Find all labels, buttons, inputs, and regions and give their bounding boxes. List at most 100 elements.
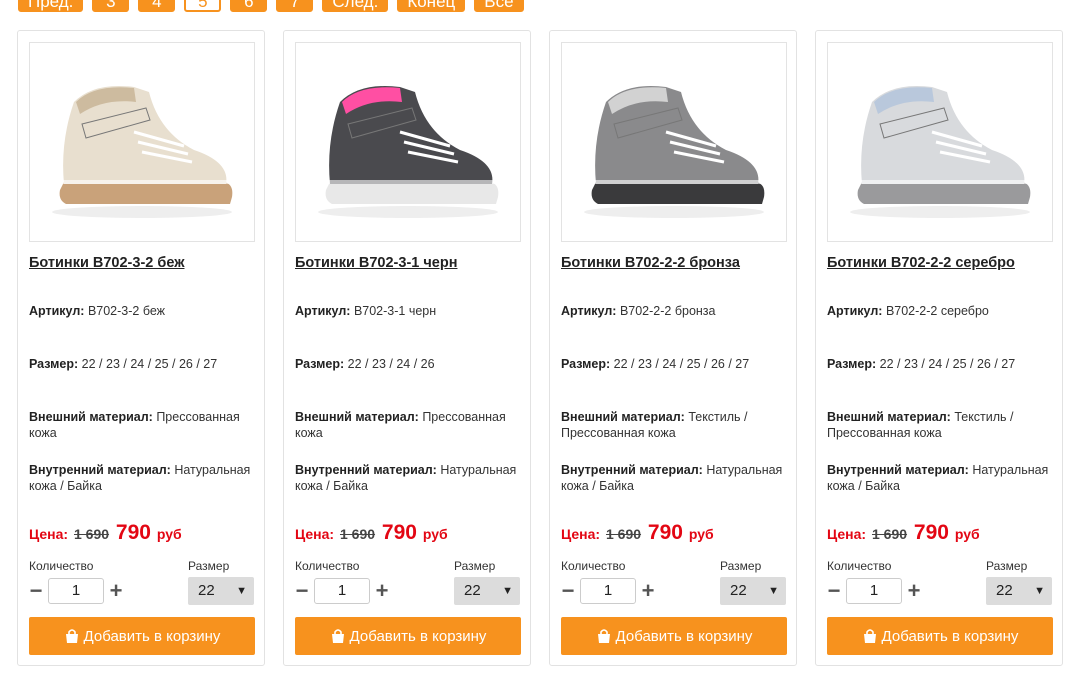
page-link-9[interactable]: Все [474, 0, 524, 12]
size-label: Размер: [561, 357, 611, 371]
new-price: 790 [647, 521, 683, 544]
size-value: 22 / 23 / 24 / 25 / 26 / 27 [613, 357, 750, 371]
page-link-2[interactable]: 3 [92, 0, 130, 12]
article-label: Артикул: [295, 304, 351, 318]
add-to-cart-button[interactable]: Добавить в корзину [295, 617, 521, 655]
page-link-4[interactable]: 5 [184, 0, 222, 12]
quantity-label: Количество [827, 559, 892, 573]
price-label: Цена: [295, 526, 335, 542]
price-row: Цена: 1 690 790 руб [561, 521, 714, 545]
plus-icon[interactable]: + [907, 580, 921, 602]
boot-image [850, 86, 1031, 218]
size-select-label: Размер [720, 559, 762, 573]
outer-material-label: Внешний материал: [561, 410, 685, 424]
inner-material-label: Внутренний материал: [295, 463, 437, 477]
quantity-input[interactable]: 1 [48, 578, 104, 604]
article-row: Артикул: В702-3-1 черн [295, 303, 525, 319]
size-label: Размер: [295, 357, 345, 371]
minus-icon[interactable]: − [827, 580, 841, 602]
shopping-bag-icon [65, 629, 78, 643]
inner-material-label: Внутренний материал: [29, 463, 171, 477]
price-row: Цена: 1 690 790 руб [827, 521, 980, 545]
add-to-cart-button[interactable]: Добавить в корзину [29, 617, 255, 655]
size-select-value: 22 [996, 582, 1013, 599]
page-link-3[interactable]: 4 [138, 0, 176, 12]
price-row: Цена: 1 690 790 руб [29, 521, 182, 545]
quantity-input[interactable]: 1 [580, 578, 636, 604]
article-label: Артикул: [561, 304, 617, 318]
add-to-cart-button[interactable]: Добавить в корзину [827, 617, 1053, 655]
chevron-down-icon: ▼ [502, 585, 513, 597]
page-link-7[interactable]: След. [322, 0, 389, 12]
page-link-1[interactable]: Пред. [18, 0, 84, 12]
plus-icon[interactable]: + [641, 580, 655, 602]
price-label: Цена: [827, 526, 867, 542]
product-card: Ботинки В702-3-2 беж Артикул: В702-3-2 б… [17, 30, 265, 666]
boot-image [52, 86, 233, 218]
product-card: Ботинки В702-2-2 бронза Артикул: В702-2-… [549, 30, 797, 666]
article-label: Артикул: [29, 304, 85, 318]
shopping-bag-icon [863, 629, 876, 643]
product-title[interactable]: Ботинки В702-3-1 черн [295, 255, 525, 271]
page-link-6[interactable]: 7 [276, 0, 314, 12]
article-value: В702-3-1 черн [353, 304, 437, 318]
price-label: Цена: [561, 526, 601, 542]
quantity-label: Количество [561, 559, 626, 573]
product-title[interactable]: Ботинки В702-2-2 бронза [561, 255, 791, 271]
minus-icon[interactable]: − [29, 580, 43, 602]
plus-icon[interactable]: + [375, 580, 389, 602]
inner-material-row: Внутренний материал: Натуральная кожа / … [295, 462, 525, 494]
product-image[interactable] [827, 42, 1053, 242]
outer-material-label: Внешний материал: [827, 410, 951, 424]
product-title[interactable]: Ботинки В702-2-2 серебро [827, 255, 1057, 271]
article-value: В702-2-2 бронза [619, 304, 716, 318]
outer-material-label: Внешний материал: [29, 410, 153, 424]
add-to-cart-label: Добавить в корзину [349, 627, 487, 645]
currency: руб [422, 526, 448, 542]
outer-material-row: Внешний материал: Текстиль / Прессованна… [561, 409, 791, 441]
add-to-cart-label: Добавить в корзину [83, 627, 221, 645]
add-to-cart-label: Добавить в корзину [615, 627, 753, 645]
size-row: Размер: 22 / 23 / 24 / 25 / 26 / 27 [29, 356, 259, 372]
size-select-value: 22 [464, 582, 481, 599]
product-image[interactable] [295, 42, 521, 242]
chevron-down-icon: ▼ [768, 585, 779, 597]
size-select-label: Размер [454, 559, 496, 573]
size-select[interactable]: 22 ▼ [986, 577, 1052, 605]
old-price: 1 690 [339, 526, 376, 542]
price-label: Цена: [29, 526, 69, 542]
quantity-input[interactable]: 1 [314, 578, 370, 604]
size-value: 22 / 23 / 24 / 25 / 26 / 27 [81, 357, 218, 371]
quantity-input[interactable]: 1 [846, 578, 902, 604]
product-image[interactable] [561, 42, 787, 242]
inner-material-row: Внутренний материал: Натуральная кожа / … [29, 462, 259, 494]
quantity-stepper: − 1 + [295, 577, 389, 605]
size-value: 22 / 23 / 24 / 25 / 26 / 27 [879, 357, 1016, 371]
quantity-stepper: − 1 + [561, 577, 655, 605]
outer-material-row: Внешний материал: Прессованная кожа [295, 409, 525, 441]
size-select-label: Размер [986, 559, 1028, 573]
quantity-label: Количество [295, 559, 360, 573]
size-select[interactable]: 22 ▼ [454, 577, 520, 605]
product-image[interactable] [29, 42, 255, 242]
article-value: В702-3-2 беж [87, 304, 166, 318]
size-row: Размер: 22 / 23 / 24 / 25 / 26 / 27 [827, 356, 1057, 372]
size-select[interactable]: 22 ▼ [720, 577, 786, 605]
size-label: Размер: [29, 357, 79, 371]
article-row: Артикул: В702-2-2 серебро [827, 303, 1057, 319]
product-title[interactable]: Ботинки В702-3-2 беж [29, 255, 259, 271]
article-row: Артикул: В702-2-2 бронза [561, 303, 791, 319]
chevron-down-icon: ▼ [1034, 585, 1045, 597]
minus-icon[interactable]: − [295, 580, 309, 602]
add-to-cart-button[interactable]: Добавить в корзину [561, 617, 787, 655]
old-price: 1 690 [73, 526, 110, 542]
page-link-8[interactable]: Конец [397, 0, 466, 12]
shopping-bag-icon [331, 629, 344, 643]
product-grid: Ботинки В702-3-2 беж Артикул: В702-3-2 б… [17, 30, 1063, 666]
plus-icon[interactable]: + [109, 580, 123, 602]
size-select[interactable]: 22 ▼ [188, 577, 254, 605]
currency: руб [156, 526, 182, 542]
minus-icon[interactable]: − [561, 580, 575, 602]
product-card: Ботинки В702-3-1 черн Артикул: В702-3-1 … [283, 30, 531, 666]
page-link-5[interactable]: 6 [230, 0, 268, 12]
